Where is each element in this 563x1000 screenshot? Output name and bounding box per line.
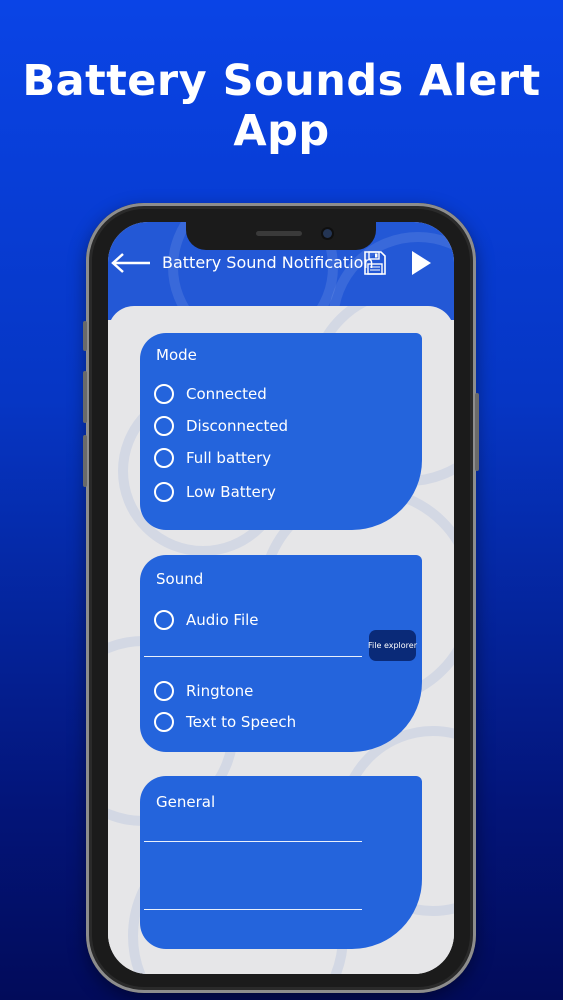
- phone-volume-down: [83, 435, 87, 487]
- radio-connected[interactable]: Connected: [154, 384, 267, 404]
- play-icon[interactable]: [410, 250, 432, 276]
- general-card: General: [140, 776, 422, 949]
- radio-button[interactable]: [154, 448, 174, 468]
- radio-disconnected[interactable]: Disconnected: [154, 416, 288, 436]
- general-input-field-1[interactable]: [144, 841, 362, 842]
- phone-power-button: [475, 393, 479, 471]
- radio-low-battery[interactable]: Low Battery: [154, 482, 276, 502]
- floppy-disk-icon[interactable]: [363, 250, 387, 276]
- sound-card: Sound Audio File File explorer Ringtone …: [140, 555, 422, 752]
- radio-button[interactable]: [154, 712, 174, 732]
- settings-content[interactable]: Mode Connected Disconnected Full battery…: [108, 306, 454, 974]
- radio-button[interactable]: [154, 681, 174, 701]
- radio-label: Full battery: [186, 449, 272, 467]
- general-card-title: General: [156, 793, 216, 811]
- radio-audio-file[interactable]: Audio File: [154, 610, 259, 630]
- radio-label: Connected: [186, 385, 267, 403]
- promo-headline: Battery Sounds Alert App: [22, 56, 541, 156]
- radio-label: Disconnected: [186, 417, 289, 435]
- front-camera: [323, 229, 332, 238]
- radio-label: Audio File: [186, 611, 259, 629]
- radio-full-battery[interactable]: Full battery: [154, 448, 271, 468]
- phone-notch: [186, 222, 376, 250]
- mode-card-title: Mode: [156, 346, 197, 364]
- radio-ringtone[interactable]: Ringtone: [154, 681, 253, 701]
- radio-button[interactable]: [154, 610, 174, 630]
- phone-volume-up: [83, 371, 87, 423]
- radio-button[interactable]: [154, 416, 174, 436]
- audio-file-path-field[interactable]: [144, 656, 362, 657]
- arrow-left-icon[interactable]: [110, 252, 152, 274]
- radio-button[interactable]: [154, 384, 174, 404]
- phone-mute-switch: [83, 321, 87, 351]
- phone-screen: Battery Sound Notification Mode Connecte…: [108, 222, 454, 974]
- radio-text-to-speech[interactable]: Text to Speech: [154, 712, 296, 732]
- app-title: Battery Sound Notification: [162, 253, 374, 272]
- file-explorer-button[interactable]: File explorer: [368, 630, 417, 661]
- radio-button[interactable]: [154, 482, 174, 502]
- mode-card: Mode Connected Disconnected Full battery…: [140, 333, 422, 530]
- radio-label: Text to Speech: [186, 713, 297, 731]
- phone-speaker: [256, 231, 302, 236]
- general-input-field-2[interactable]: [144, 909, 362, 910]
- radio-label: Ringtone: [186, 682, 254, 700]
- sound-card-title: Sound: [156, 570, 204, 588]
- radio-label: Low Battery: [186, 483, 276, 501]
